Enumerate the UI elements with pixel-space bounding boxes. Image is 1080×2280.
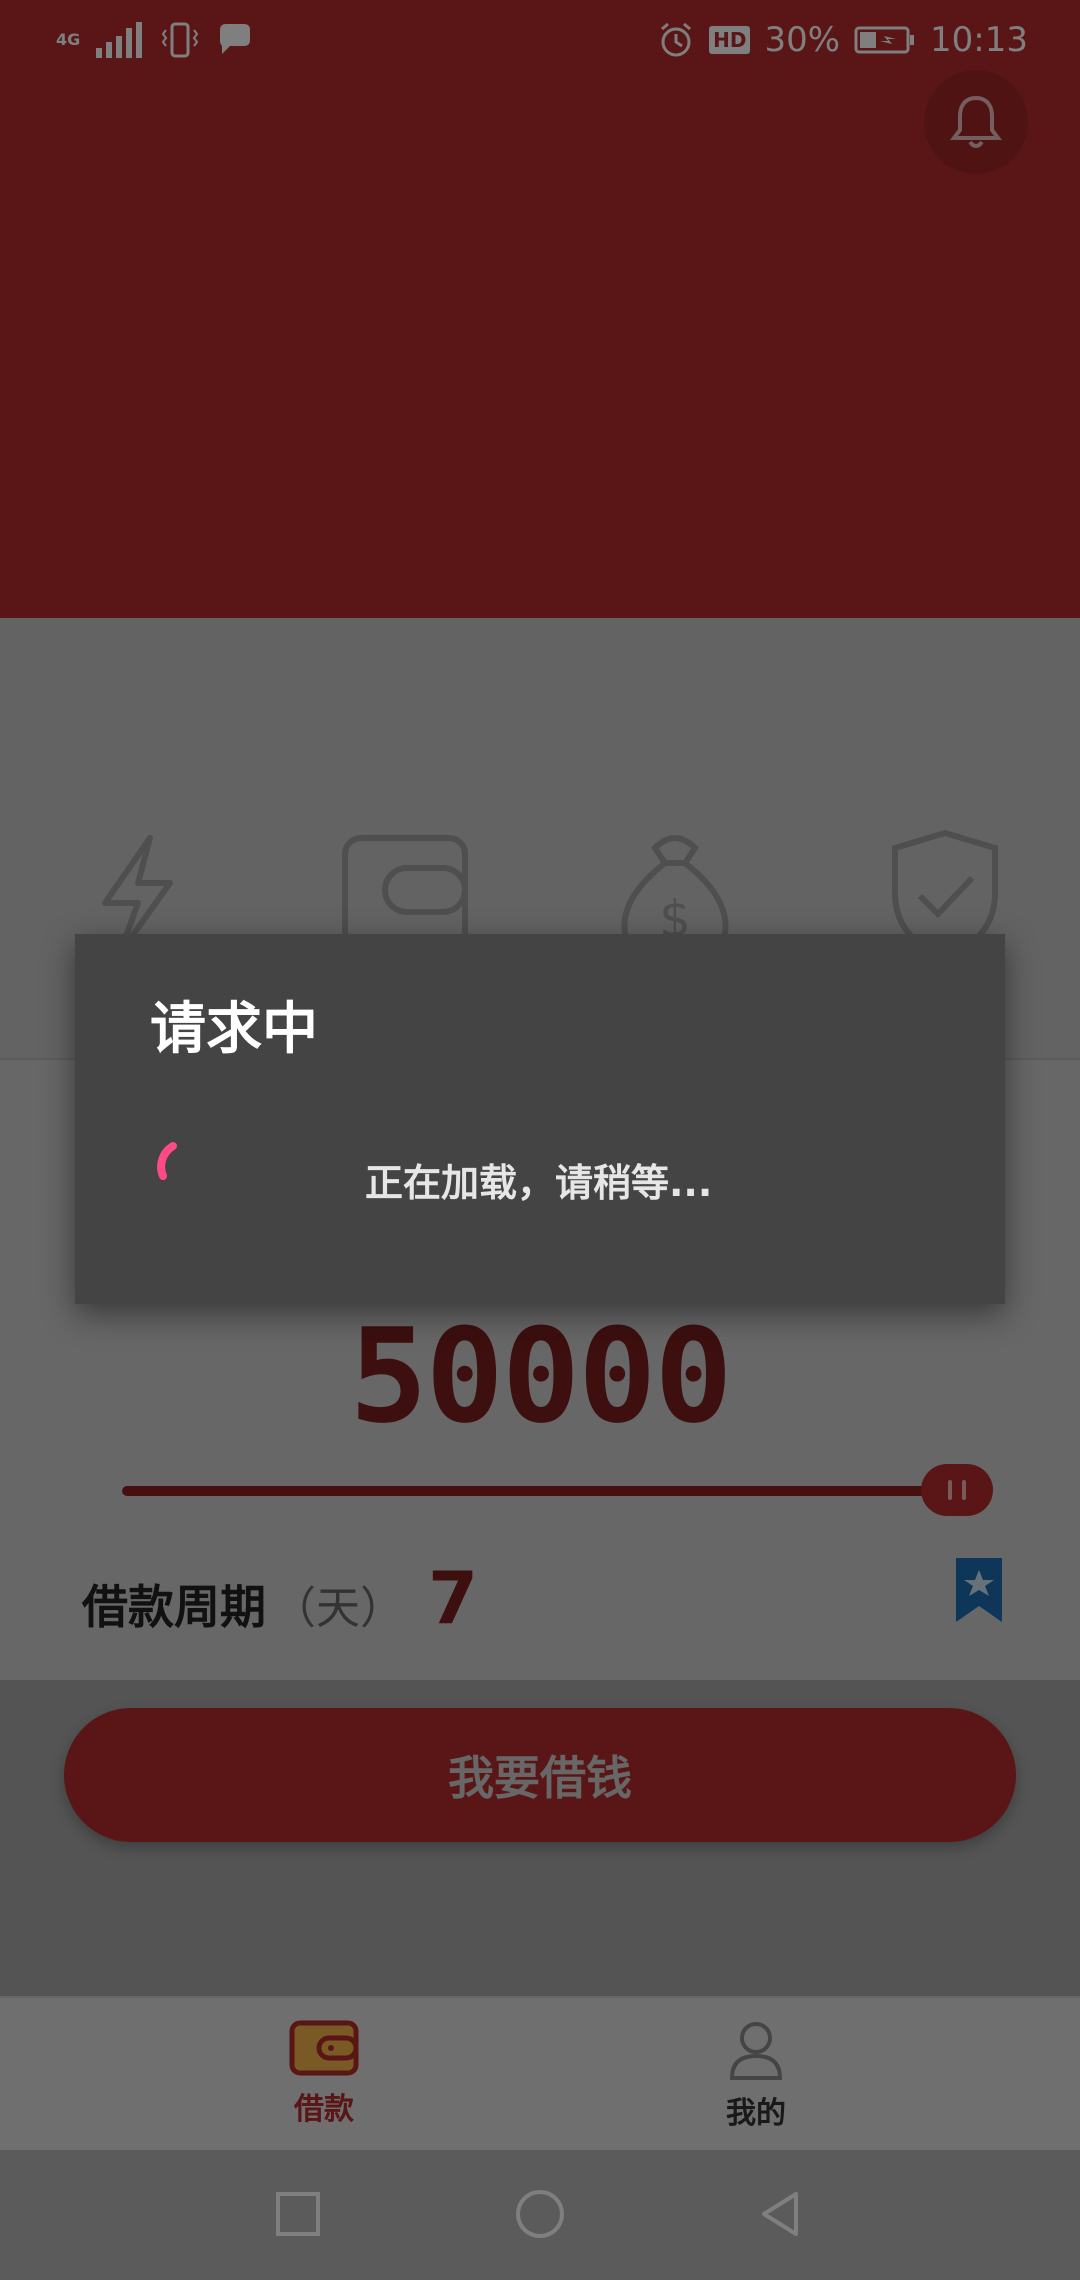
loading-dialog: 请求中 正在加载，请稍等... <box>75 934 1005 1304</box>
screen: 4G HD 3 <box>0 0 1080 2280</box>
loading-spinner-icon <box>157 1142 177 1180</box>
dialog-title: 请求中 <box>150 997 318 1062</box>
dialog-message: 正在加载，请稍等... <box>365 1161 713 1205</box>
